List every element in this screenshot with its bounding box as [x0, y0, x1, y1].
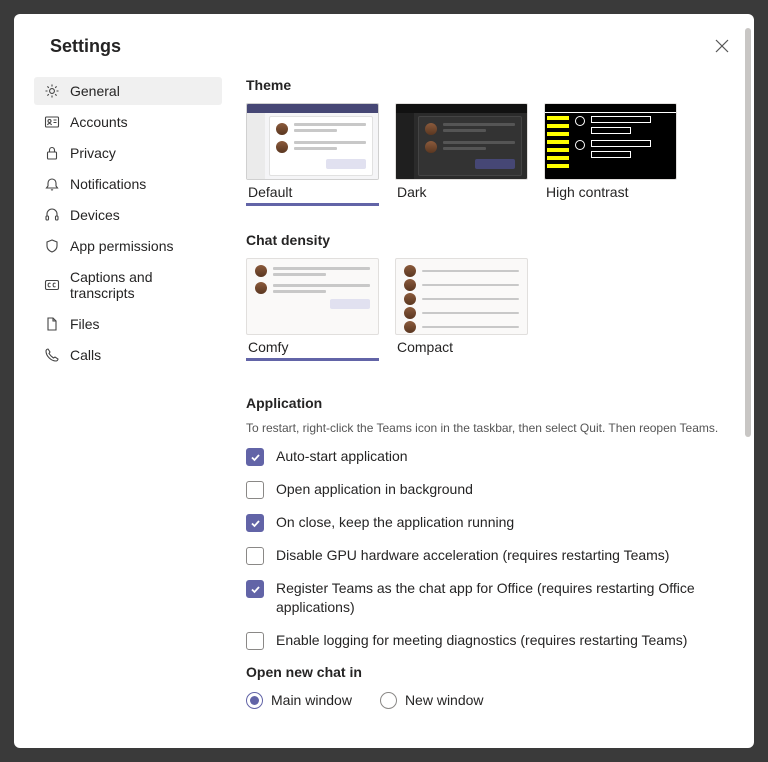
sidebar-item-label: Captions and transcripts: [70, 269, 212, 301]
application-title: Application: [246, 395, 724, 411]
checkbox-label: Disable GPU hardware acceleration (requi…: [276, 546, 669, 565]
open-chat-title: Open new chat in: [246, 664, 724, 680]
close-button[interactable]: [710, 34, 734, 58]
checkbox-auto-start[interactable]: Auto-start application: [246, 447, 724, 466]
id-card-icon: [44, 114, 60, 130]
sidebar-item-label: Accounts: [70, 114, 128, 130]
sidebar-item-label: Calls: [70, 347, 101, 363]
close-icon: [715, 39, 729, 53]
settings-sidebar: General Accounts Privacy Notifications D…: [14, 77, 232, 748]
lock-icon: [44, 145, 60, 161]
scrollbar[interactable]: [745, 28, 751, 734]
theme-preview-default: [246, 103, 379, 180]
checkbox-icon: [246, 580, 264, 598]
sidebar-item-label: Devices: [70, 207, 120, 223]
theme-option-label: Default: [246, 180, 379, 206]
sidebar-item-devices[interactable]: Devices: [34, 201, 222, 229]
density-preview-comfy: [246, 258, 379, 335]
density-title: Chat density: [246, 232, 724, 248]
theme-option-dark[interactable]: Dark: [395, 103, 528, 206]
radio-label: Main window: [271, 692, 352, 708]
sidebar-item-label: App permissions: [70, 238, 174, 254]
checkbox-label: On close, keep the application running: [276, 513, 514, 532]
checkbox-open-background[interactable]: Open application in background: [246, 480, 724, 499]
settings-dialog: Settings General Accounts Privacy Notifi…: [14, 14, 754, 748]
file-icon: [44, 316, 60, 332]
density-option-compact[interactable]: Compact: [395, 258, 528, 361]
density-preview-compact: [395, 258, 528, 335]
sidebar-item-app-permissions[interactable]: App permissions: [34, 232, 222, 260]
checkbox-register-chat-app[interactable]: Register Teams as the chat app for Offic…: [246, 579, 724, 617]
density-option-comfy[interactable]: Comfy: [246, 258, 379, 361]
checkbox-label: Open application in background: [276, 480, 473, 499]
checkbox-icon: [246, 547, 264, 565]
theme-option-high-contrast[interactable]: High contrast: [544, 103, 677, 206]
open-chat-options: Main window New window: [246, 692, 724, 709]
gear-icon: [44, 83, 60, 99]
radio-new-window[interactable]: New window: [380, 692, 484, 709]
theme-options: Default Dark: [246, 103, 724, 206]
density-option-label: Compact: [395, 335, 528, 361]
theme-title: Theme: [246, 77, 724, 93]
density-options: Comfy Compact: [246, 258, 724, 361]
checkbox-icon: [246, 481, 264, 499]
theme-preview-high-contrast: [544, 103, 677, 180]
radio-label: New window: [405, 692, 484, 708]
shield-icon: [44, 238, 60, 254]
theme-option-default[interactable]: Default: [246, 103, 379, 206]
application-subtitle: To restart, right-click the Teams icon i…: [246, 421, 724, 435]
checkbox-disable-gpu[interactable]: Disable GPU hardware acceleration (requi…: [246, 546, 724, 565]
bell-icon: [44, 176, 60, 192]
checkbox-label: Enable logging for meeting diagnostics (…: [276, 631, 687, 650]
sidebar-item-files[interactable]: Files: [34, 310, 222, 338]
radio-icon: [246, 692, 263, 709]
density-option-label: Comfy: [246, 335, 379, 361]
checkbox-enable-logging[interactable]: Enable logging for meeting diagnostics (…: [246, 631, 724, 650]
sidebar-item-accounts[interactable]: Accounts: [34, 108, 222, 136]
sidebar-item-label: General: [70, 83, 120, 99]
checkbox-label: Auto-start application: [276, 447, 408, 466]
sidebar-item-calls[interactable]: Calls: [34, 341, 222, 369]
headset-icon: [44, 207, 60, 223]
sidebar-item-label: Privacy: [70, 145, 116, 161]
sidebar-item-label: Files: [70, 316, 100, 332]
dialog-title: Settings: [14, 14, 754, 77]
cc-icon: [44, 277, 60, 293]
checkbox-label: Register Teams as the chat app for Offic…: [276, 579, 724, 617]
sidebar-item-captions[interactable]: Captions and transcripts: [34, 263, 222, 307]
checkbox-icon: [246, 632, 264, 650]
phone-icon: [44, 347, 60, 363]
theme-preview-dark: [395, 103, 528, 180]
radio-icon: [380, 692, 397, 709]
sidebar-item-privacy[interactable]: Privacy: [34, 139, 222, 167]
checkbox-icon: [246, 514, 264, 532]
checkbox-keep-running[interactable]: On close, keep the application running: [246, 513, 724, 532]
checkbox-icon: [246, 448, 264, 466]
theme-option-label: Dark: [395, 180, 528, 206]
radio-main-window[interactable]: Main window: [246, 692, 352, 709]
sidebar-item-label: Notifications: [70, 176, 146, 192]
scrollbar-thumb[interactable]: [745, 28, 751, 437]
theme-option-label: High contrast: [544, 180, 677, 206]
sidebar-item-general[interactable]: General: [34, 77, 222, 105]
settings-content: Theme Default: [232, 77, 748, 748]
sidebar-item-notifications[interactable]: Notifications: [34, 170, 222, 198]
